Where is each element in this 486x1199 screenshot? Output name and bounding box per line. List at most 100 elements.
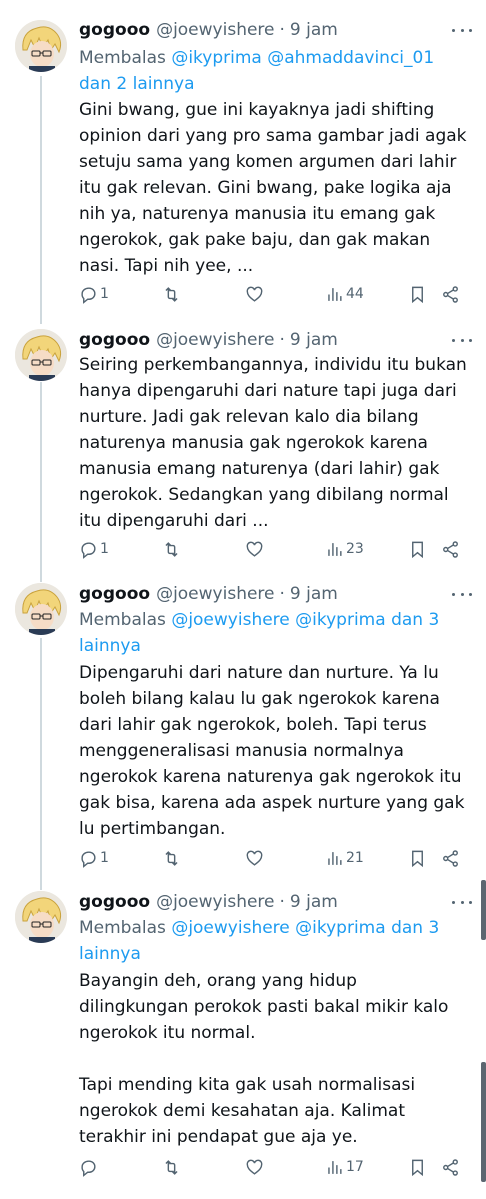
reply-icon [81,286,96,304]
like-button[interactable] [245,1154,266,1180]
share-icon [443,1158,458,1176]
avatar[interactable] [15,891,67,943]
tweet[interactable]: gogooo @joewyishere · 9 jam Seiring perk… [0,322,486,576]
reply-button[interactable]: 1 [79,281,109,307]
author-name[interactable]: gogooo [79,892,150,912]
tweet-text: Gini bwang, gue ini kayaknya jadi shifti… [79,100,467,276]
retweet-button[interactable] [162,845,183,871]
reply-prefix: Membalas [79,918,166,938]
action-bar: 1 44 [79,281,472,307]
retweet-icon [165,850,178,866]
reply-prefix: Membalas [79,610,166,630]
author-name[interactable]: gogooo [79,20,150,40]
action-bar: 17 [79,1154,472,1180]
reply-prefix: Membalas [79,48,166,68]
reply-mentions[interactable]: @joewyishere @ikyprima [171,918,385,938]
reply-icon [81,1159,96,1177]
replying-to: Membalas @joewyishere @ikyprima dan 3 la… [79,915,468,967]
bookmark-button[interactable] [408,845,427,871]
share-icon [443,849,458,867]
tweet-header: gogooo @joewyishere · 9 jam [79,581,472,607]
like-icon [246,850,263,866]
reply-button[interactable]: 1 [79,845,109,871]
retweet-button[interactable] [162,536,183,562]
retweet-icon [165,286,178,302]
share-button[interactable] [441,845,460,871]
more-icon[interactable] [452,892,472,912]
timestamp[interactable]: 9 jam [290,584,338,604]
tweet[interactable]: gogooo @joewyishere · 9 jam Membalas @jo… [0,884,486,1199]
scrollbar-thumb[interactable] [481,1062,486,1182]
views-icon [328,851,342,865]
retweet-button[interactable] [162,1154,183,1180]
bookmark-icon [412,850,423,867]
reply-count: 1 [100,850,109,866]
avatar[interactable] [15,583,67,635]
tweet[interactable]: gogooo @joewyishere · 9 jam Membalas @ik… [0,0,486,322]
scrollbar-thumb[interactable] [481,880,486,940]
separator-dot: · [279,330,285,350]
tweet-header: gogooo @joewyishere · 9 jam [79,889,472,915]
reply-mentions[interactable]: @ikyprima @ahmaddavinci_01 [171,48,434,68]
reply-icon [81,850,96,868]
timestamp[interactable]: 9 jam [290,20,338,40]
tweet-header: gogooo @joewyishere · 9 jam [79,17,472,43]
views-button[interactable]: 21 [325,845,364,871]
view-count: 23 [346,541,364,557]
timestamp[interactable]: 9 jam [290,330,338,350]
bookmark-button[interactable] [408,1154,427,1180]
replying-to: Membalas @joewyishere @ikyprima dan 3 la… [79,607,468,659]
views-button[interactable]: 23 [325,536,364,562]
more-icon[interactable] [452,584,472,604]
author-handle[interactable]: @joewyishere [156,892,274,912]
retweet-icon [165,1159,178,1175]
like-button[interactable] [245,536,266,562]
timestamp[interactable]: 9 jam [290,892,338,912]
separator-dot: · [279,20,285,40]
tweet[interactable]: gogooo @joewyishere · 9 jam Membalas @jo… [0,576,486,884]
tweet-header: gogooo @joewyishere · 9 jam [79,327,472,353]
retweet-icon [165,541,178,557]
views-icon [328,1160,342,1174]
like-icon [246,1159,263,1175]
view-count: 17 [346,1159,364,1175]
action-bar: 1 23 [79,536,472,562]
views-button[interactable]: 17 [325,1154,364,1180]
share-icon [443,540,458,558]
author-name[interactable]: gogooo [79,584,150,604]
author-handle[interactable]: @joewyishere [156,584,274,604]
bookmark-button[interactable] [408,281,427,307]
reply-others-link[interactable]: dan 2 lainnya [79,74,195,94]
tweet-text: Dipengaruhi dari nature dan nurture. Ya … [79,663,465,839]
like-icon [246,541,263,557]
author-handle[interactable]: @joewyishere [156,330,274,350]
views-button[interactable]: 44 [325,281,364,307]
action-bar: 1 21 [79,845,472,871]
author-handle[interactable]: @joewyishere [156,20,274,40]
reply-count: 1 [100,541,109,557]
more-icon[interactable] [452,330,472,350]
views-icon [328,542,342,556]
like-button[interactable] [245,281,266,307]
separator-dot: · [279,584,285,604]
share-icon [443,285,458,303]
reply-mentions[interactable]: @joewyishere @ikyprima [171,610,385,630]
tweet-text: Seiring perkembangannya, individu itu bu… [79,355,467,531]
retweet-button[interactable] [162,281,183,307]
bookmark-icon [412,286,423,303]
bookmark-button[interactable] [408,536,427,562]
view-count: 21 [346,850,364,866]
share-button[interactable] [441,281,460,307]
like-icon [246,286,263,302]
author-name[interactable]: gogooo [79,330,150,350]
separator-dot: · [279,892,285,912]
tweet-text: Bayangin deh, orang yang hidup dilingkun… [79,971,449,1147]
avatar[interactable] [15,20,67,72]
more-icon[interactable] [452,20,472,40]
reply-button[interactable]: 1 [79,536,109,562]
avatar[interactable] [15,329,67,381]
share-button[interactable] [441,536,460,562]
share-button[interactable] [441,1154,460,1180]
reply-button[interactable] [79,1154,100,1180]
like-button[interactable] [245,845,266,871]
